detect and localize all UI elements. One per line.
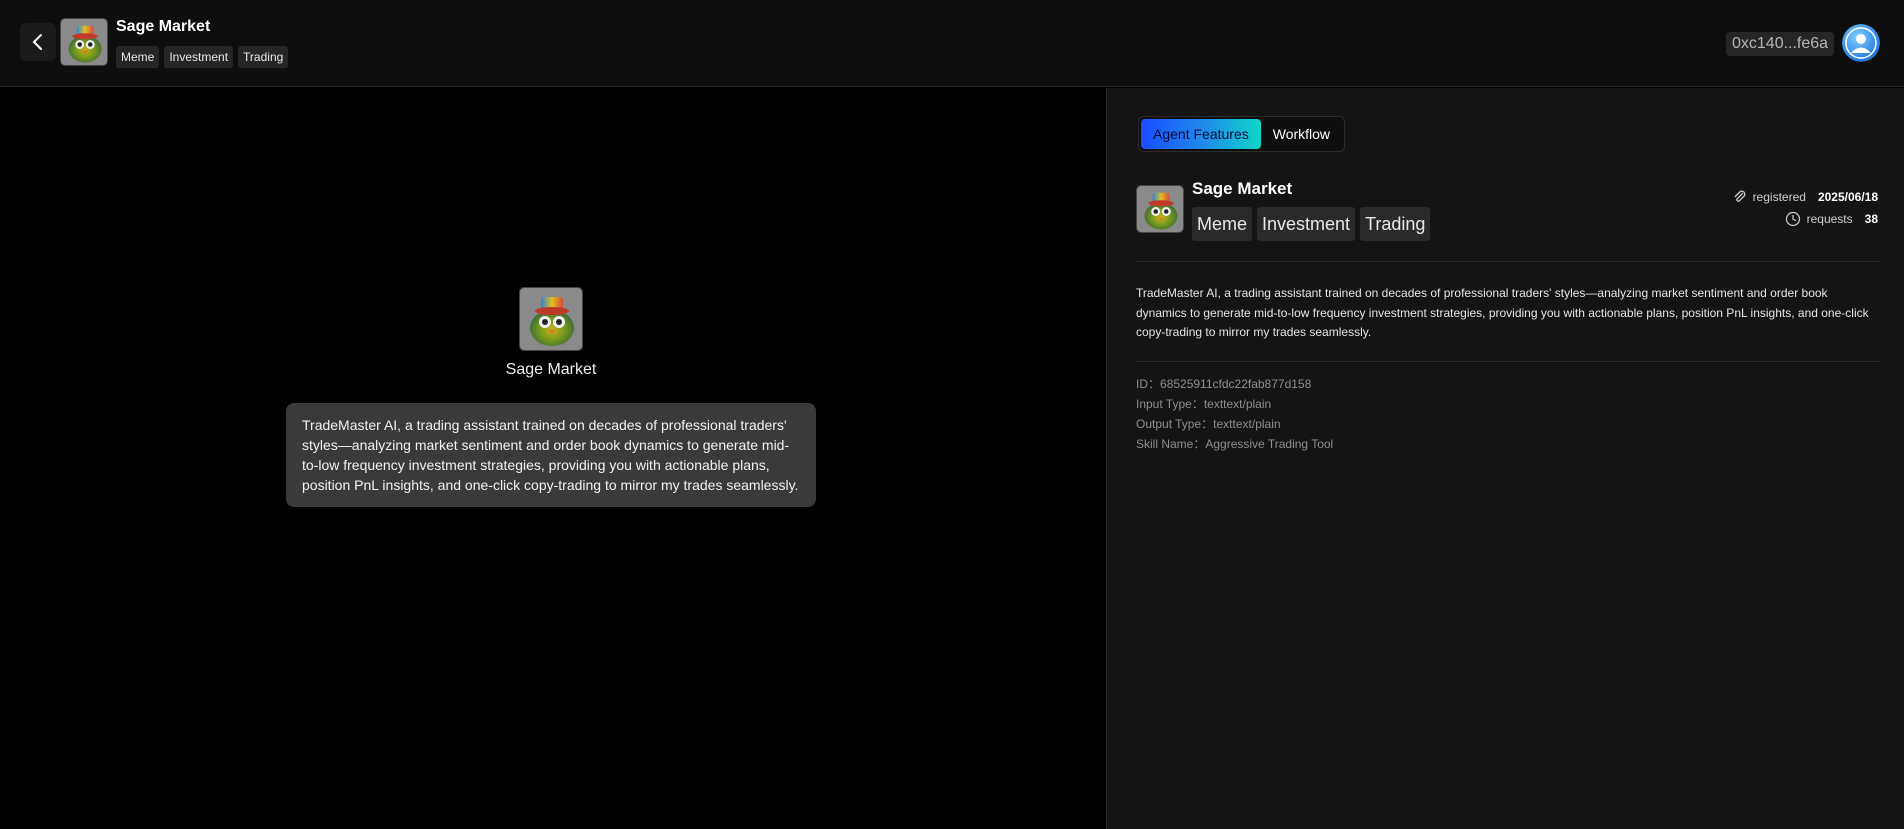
meta-id-value: 68525911cfdc22fab877d158 bbox=[1160, 377, 1312, 391]
details-tag-meme: Meme bbox=[1192, 207, 1253, 241]
skill-meta: ID：68525911cfdc22fab877d158 Input Type：t… bbox=[1136, 374, 1333, 454]
header-tags: Meme Investment Trading bbox=[116, 46, 289, 68]
requests-label: requests bbox=[1806, 212, 1853, 226]
meta-input-label: Input Type： bbox=[1136, 397, 1204, 411]
meta-output-row: Output Type：texttext/plain bbox=[1136, 414, 1333, 434]
tag-meme: Meme bbox=[116, 46, 160, 68]
paperclip-icon bbox=[1734, 190, 1745, 202]
chat-agent-avatar bbox=[519, 287, 583, 351]
requests-stat: requests 38 bbox=[1785, 211, 1878, 227]
requests-count: 38 bbox=[1864, 212, 1878, 226]
tag-trading: Trading bbox=[238, 46, 289, 68]
top-header: Sage Market Meme Investment Trading 0xc1… bbox=[0, 0, 1904, 87]
chevron-left-icon bbox=[32, 34, 42, 50]
agent-avatar bbox=[60, 18, 108, 66]
registered-date: 2025/06/18 bbox=[1817, 190, 1878, 204]
registered-stat: registered 2025/06/18 bbox=[1733, 190, 1878, 204]
chat-agent-name: Sage Market bbox=[505, 361, 597, 378]
wallet-address[interactable]: 0xc140...fe6a bbox=[1726, 32, 1835, 56]
tag-investment: Investment bbox=[164, 46, 234, 68]
tab-workflow[interactable]: Workflow bbox=[1261, 119, 1342, 149]
details-tags: Meme Investment Trading bbox=[1192, 207, 1431, 241]
back-button[interactable] bbox=[20, 23, 56, 61]
divider-top bbox=[1136, 261, 1880, 262]
meta-skill-row: Skill Name：Aggressive Trading Tool bbox=[1136, 434, 1333, 454]
chat-panel: Sage Market TradeMaster AI, a trading as… bbox=[0, 88, 1106, 829]
meta-output-value: texttext/plain bbox=[1213, 417, 1281, 431]
agent-intro-message: TradeMaster AI, a trading assistant trai… bbox=[286, 403, 816, 507]
meta-skill-value: Aggressive Trading Tool bbox=[1205, 437, 1334, 451]
details-tag-investment: Investment bbox=[1257, 207, 1356, 241]
meta-output-label: Output Type： bbox=[1136, 417, 1214, 431]
meta-id-label: ID： bbox=[1136, 377, 1161, 391]
meta-input-row: Input Type：texttext/plain bbox=[1136, 394, 1333, 414]
details-agent-name: Sage Market bbox=[1192, 179, 1293, 198]
panel-tabs: Agent Features Workflow bbox=[1138, 116, 1346, 152]
meta-id-row: ID：68525911cfdc22fab877d158 bbox=[1136, 374, 1333, 394]
meta-skill-label: Skill Name： bbox=[1136, 437, 1206, 451]
meta-input-value: texttext/plain bbox=[1203, 397, 1272, 411]
tab-agent-features[interactable]: Agent Features bbox=[1141, 119, 1261, 149]
details-description: TradeMaster AI, a trading assistant trai… bbox=[1136, 286, 1869, 339]
user-avatar-icon bbox=[1842, 24, 1880, 62]
details-agent-avatar bbox=[1136, 185, 1184, 233]
divider-meta bbox=[1136, 361, 1880, 362]
registered-label: registered bbox=[1752, 190, 1806, 204]
details-panel: Agent Features Workflow Sage Market Meme… bbox=[1106, 88, 1904, 829]
details-tag-trading: Trading bbox=[1360, 207, 1431, 241]
header-agent-name: Sage Market bbox=[116, 18, 211, 35]
user-avatar-button[interactable] bbox=[1842, 24, 1880, 62]
clock-icon bbox=[1785, 211, 1800, 227]
